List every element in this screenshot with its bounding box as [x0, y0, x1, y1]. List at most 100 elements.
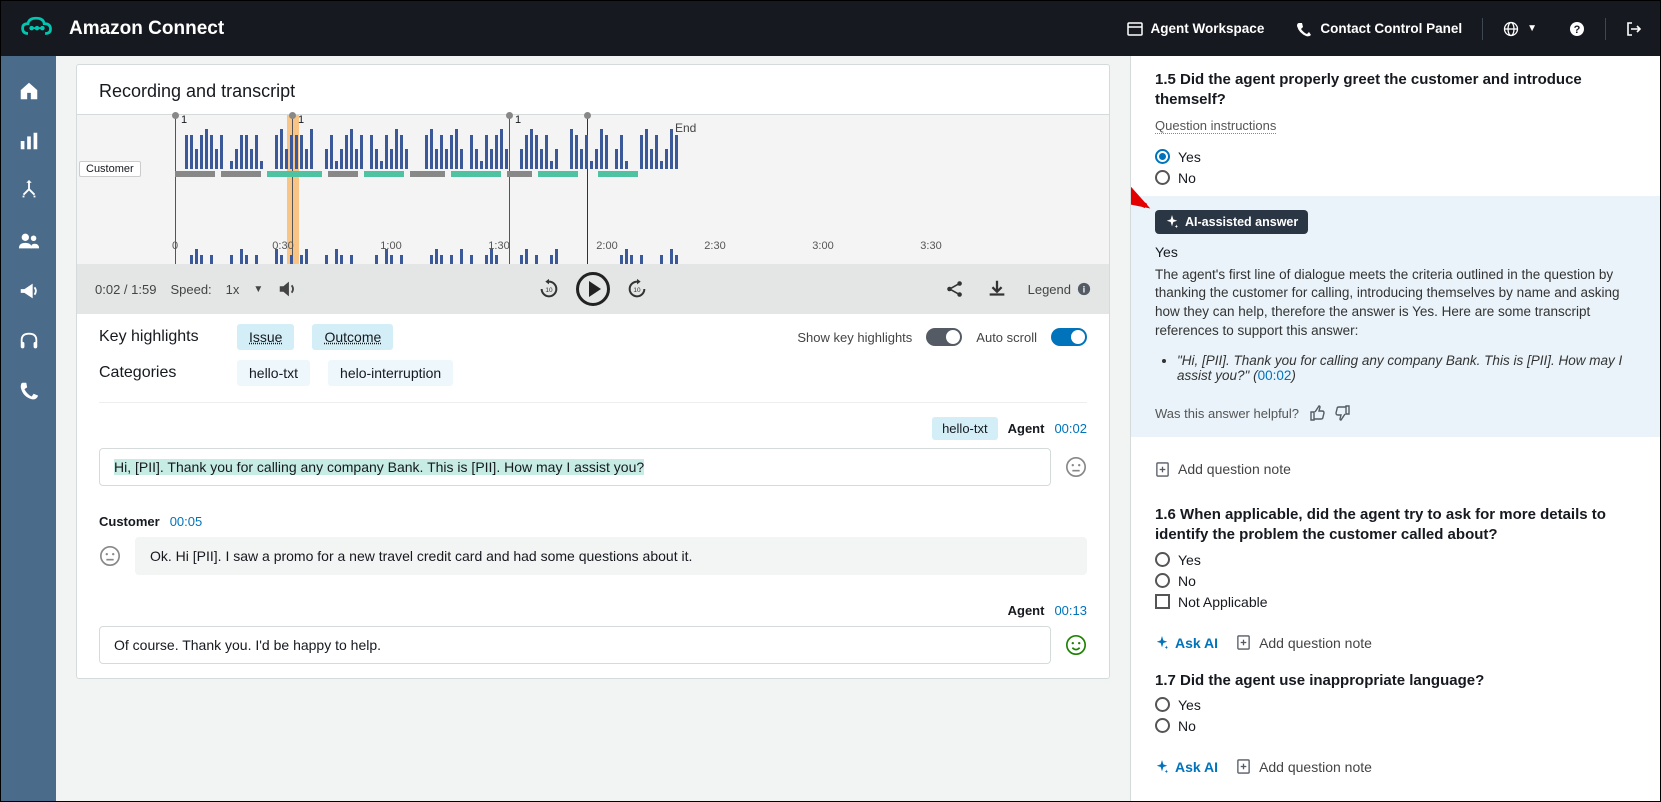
phone-icon	[1296, 21, 1312, 37]
rewind-10-icon[interactable]: 10	[538, 278, 560, 300]
transcript-timestamp-link[interactable]: 00:02	[1258, 368, 1292, 383]
waveform-area[interactable]: 1 1 1 End Customer Agent	[77, 114, 1109, 264]
ai-assisted-answer-box: AI-assisted answer Yes The agent's first…	[1131, 196, 1660, 438]
q16-opt-yes[interactable]: Yes	[1155, 552, 1636, 568]
evaluation-panel: 1.5 Did the agent properly greet the cus…	[1130, 56, 1660, 801]
global-header: Amazon Connect Agent Workspace Contact C…	[1, 1, 1660, 56]
turn-tag[interactable]: hello-txt	[932, 417, 998, 440]
panel-resize-handle[interactable]	[1130, 396, 1131, 436]
category-chip[interactable]: hello-txt	[237, 360, 310, 386]
helpful-label: Was this answer helpful?	[1155, 406, 1299, 421]
forward-10-icon[interactable]: 10	[626, 278, 648, 300]
q16-opt-na[interactable]: Not Applicable	[1155, 594, 1636, 610]
transcript-bubble[interactable]: Of course. Thank you. I'd be happy to he…	[99, 626, 1051, 664]
nav-home[interactable]	[18, 80, 40, 102]
q15-opt-yes[interactable]: Yes	[1155, 149, 1636, 165]
turn-role: Agent	[1008, 421, 1045, 436]
brand[interactable]: Amazon Connect	[19, 15, 224, 43]
sparkle-icon	[1155, 636, 1169, 650]
autoscroll-toggle[interactable]	[1051, 328, 1087, 346]
category-chip[interactable]: helo-interruption	[328, 360, 453, 386]
logout-icon	[1626, 21, 1642, 37]
playbar: 0:02 / 1:59 Speed: 1x ▼ 10 10	[77, 264, 1109, 314]
play-button[interactable]	[576, 272, 610, 306]
thumbs-down-icon[interactable]	[1335, 405, 1351, 421]
question-1-7: 1.7 Did the agent use inappropriate lang…	[1131, 657, 1660, 749]
info-icon: i	[1077, 282, 1091, 296]
nav-campaigns[interactable]	[18, 280, 40, 302]
help-button[interactable]: ?	[1553, 21, 1601, 37]
sparkle-icon	[1165, 215, 1179, 229]
transcript-bubble[interactable]: Ok. Hi [PII]. I saw a promo for a new tr…	[135, 537, 1087, 575]
customer-track-label: Customer	[79, 161, 141, 177]
transcript-bubble[interactable]: Hi, [PII]. Thank you for calling any com…	[99, 448, 1051, 486]
question-1-6: 1.6 When applicable, did the agent try t…	[1131, 491, 1660, 625]
chevron-down-icon: ▼	[1527, 23, 1537, 34]
ask-ai-q16[interactable]: Ask AI	[1155, 635, 1218, 651]
side-nav	[1, 56, 56, 801]
speed-value[interactable]: 1x	[226, 282, 240, 297]
sentiment-neutral-icon	[1065, 456, 1087, 478]
note-icon	[1236, 759, 1251, 774]
q17-opt-no[interactable]: No	[1155, 718, 1636, 734]
ai-explanation: The agent's first line of dialogue meets…	[1155, 266, 1636, 342]
agent-workspace-link[interactable]: Agent Workspace	[1111, 21, 1281, 37]
svg-text:10: 10	[545, 287, 553, 294]
legend-toggle[interactable]: Legend i	[1028, 282, 1091, 297]
note-icon	[1155, 462, 1170, 477]
note-icon	[1236, 635, 1251, 650]
chevron-down-icon[interactable]: ▼	[253, 284, 263, 295]
logout-button[interactable]	[1610, 21, 1642, 37]
q16-opt-no[interactable]: No	[1155, 573, 1636, 589]
nav-headset[interactable]	[18, 330, 40, 352]
svg-text:?: ?	[1574, 24, 1581, 36]
sparkle-icon	[1155, 760, 1169, 774]
chip-outcome[interactable]: Outcome	[312, 324, 393, 350]
transcript-list: hello-txt Agent 00:02Hi, [PII]. Thank you …	[77, 403, 1109, 678]
volume-icon[interactable]	[277, 278, 299, 300]
q17-opt-yes[interactable]: Yes	[1155, 697, 1636, 713]
chip-issue[interactable]: Issue	[237, 324, 294, 350]
thumbs-up-icon[interactable]	[1309, 405, 1325, 421]
turn-timestamp[interactable]: 00:05	[170, 514, 203, 529]
key-highlights-label: Key highlights	[99, 328, 219, 346]
show-highlights-toggle[interactable]	[926, 328, 962, 346]
turn-role: Agent	[1008, 603, 1045, 618]
ccp-link[interactable]: Contact Control Panel	[1280, 21, 1478, 37]
download-icon[interactable]	[986, 278, 1008, 300]
window-icon	[1127, 21, 1143, 37]
sentiment-positive-icon	[1065, 634, 1087, 656]
globe-icon	[1503, 21, 1519, 37]
nav-dialer[interactable]	[18, 380, 40, 402]
connect-logo-icon	[19, 15, 55, 43]
nav-metrics[interactable]	[18, 130, 40, 152]
language-menu[interactable]: ▼	[1487, 21, 1553, 37]
q15-opt-no[interactable]: No	[1155, 170, 1636, 186]
ai-assisted-pill: AI-assisted answer	[1155, 210, 1308, 234]
add-note-q16[interactable]: Add question note	[1236, 635, 1372, 651]
ask-ai-q17[interactable]: Ask AI	[1155, 759, 1218, 775]
recording-title: Recording and transcript	[77, 65, 1109, 114]
speed-label: Speed:	[170, 282, 211, 297]
sentiment-neutral-icon	[99, 545, 121, 567]
show-highlights-label: Show key highlights	[797, 330, 912, 345]
play-position: 0:02 / 1:59	[95, 282, 156, 297]
ai-answer: Yes	[1155, 244, 1636, 260]
share-icon[interactable]	[944, 278, 966, 300]
product-name: Amazon Connect	[69, 18, 224, 40]
autoscroll-label: Auto scroll	[976, 330, 1037, 345]
add-note-q17[interactable]: Add question note	[1236, 759, 1372, 775]
svg-text:10: 10	[633, 287, 641, 294]
nav-users[interactable]	[18, 230, 40, 252]
add-note-q15[interactable]: Add question note	[1131, 447, 1660, 491]
categories-label: Categories	[99, 364, 219, 382]
contact-detail-panel: Recording and transcript 1 1 1 End Custo…	[56, 56, 1130, 801]
question-instructions-link[interactable]: Question instructions	[1155, 118, 1276, 134]
svg-text:i: i	[1083, 285, 1085, 295]
nav-routing[interactable]	[18, 180, 40, 202]
question-1-5: 1.5 Did the agent properly greet the cus…	[1131, 56, 1660, 447]
turn-timestamp[interactable]: 00:13	[1054, 603, 1087, 618]
turn-timestamp[interactable]: 00:02	[1054, 421, 1087, 436]
turn-role: Customer	[99, 514, 160, 529]
help-icon: ?	[1569, 21, 1585, 37]
